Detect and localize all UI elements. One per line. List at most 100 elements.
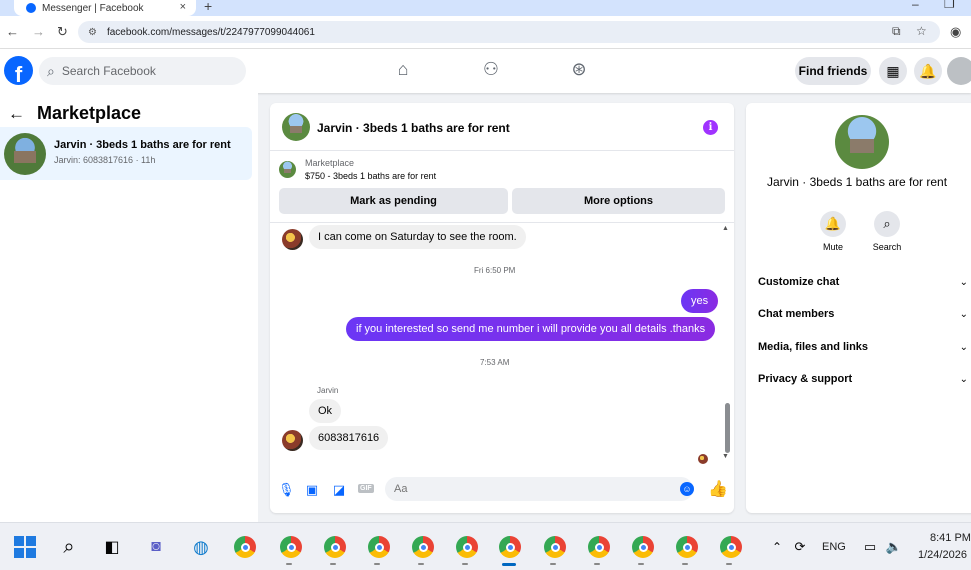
chrome-profile-icon[interactable] [411, 535, 435, 559]
marketplace-label: Marketplace [305, 158, 355, 168]
chevron-down-icon: ⌄ [959, 308, 968, 320]
minimize-icon[interactable]: – [912, 0, 919, 11]
search-conversation-button[interactable]: ⌕ Search [867, 211, 907, 252]
search-icon: ⌕ [874, 211, 900, 237]
back-arrow-icon[interactable]: ← [6, 24, 19, 39]
windows-logo-icon [14, 536, 36, 558]
close-tab-icon[interactable]: × [180, 1, 186, 13]
privacy-support-section[interactable]: Privacy & support ⌄ [758, 369, 968, 389]
chrome-profile-icon[interactable]: ◉ [950, 24, 961, 40]
facebook-logo-icon[interactable]: f [4, 56, 33, 85]
browser-tab-messenger[interactable]: Messenger | Facebook × [14, 0, 196, 16]
mute-button[interactable]: 🔔 Mute [813, 211, 853, 252]
section-label: Chat members [758, 308, 835, 320]
language-indicator[interactable]: ENG [822, 541, 846, 553]
url-text: facebook.com/messages/t/2247977099044061 [106, 26, 315, 38]
back-arrow-icon[interactable]: ← [8, 104, 25, 124]
chrome-profile-icon[interactable] [543, 535, 567, 559]
photo-icon[interactable]: ▣ [304, 482, 320, 498]
chrome-profile-icon[interactable] [455, 535, 479, 559]
menu-grid-icon[interactable]: ▦ [879, 57, 907, 85]
chrome-icon[interactable] [233, 535, 257, 559]
chat-title[interactable]: Jarvin · 3beds 1 baths are for rent [317, 121, 510, 135]
network-icon[interactable]: ▭ [858, 535, 882, 559]
scrollbar-thumb[interactable] [725, 403, 730, 453]
chrome-profile-icon-active[interactable] [498, 535, 522, 559]
chat-header: Jarvin · 3beds 1 baths are for rent i [270, 103, 734, 151]
running-indicator [286, 563, 292, 565]
chat-app-icon[interactable]: ◙ [144, 535, 168, 559]
sync-icon[interactable]: ⟳ [788, 535, 812, 559]
chat-avatar[interactable] [282, 113, 310, 141]
friends-icon[interactable]: ⚇ [479, 59, 503, 80]
new-tab-button[interactable]: + [204, 0, 212, 14]
maximize-icon[interactable]: ❐ [944, 0, 955, 11]
forward-arrow-icon[interactable]: → [32, 24, 45, 39]
message-input[interactable] [385, 477, 693, 501]
profile-avatar[interactable] [947, 57, 971, 85]
install-app-icon[interactable]: ⧉ [892, 24, 901, 39]
running-indicator [638, 563, 644, 565]
task-view-icon[interactable]: ◧ [100, 535, 124, 559]
conversation-preview: Jarvin: 6083817616 · 11h [54, 155, 156, 165]
bell-icon: 🔔 [820, 211, 846, 237]
contact-profile-photo[interactable] [835, 115, 889, 169]
running-indicator [726, 563, 732, 565]
scroll-down-icon[interactable]: ▼ [722, 453, 729, 460]
volume-icon[interactable]: 🔈 [882, 535, 906, 559]
chrome-profile-icon[interactable] [587, 535, 611, 559]
groups-icon[interactable]: ⊛ [567, 59, 591, 80]
search-placeholder: Search Facebook [61, 64, 156, 78]
site-info-icon[interactable]: ⚙ [88, 27, 97, 38]
sticker-icon[interactable]: ◪ [331, 482, 347, 498]
listing-title[interactable]: $750 - 3beds 1 baths are for rent [305, 171, 436, 181]
info-icon[interactable]: i [703, 120, 718, 135]
sidebar-header: ← Marketplace [8, 103, 141, 124]
search-icon: ⌕ [47, 62, 55, 79]
notifications-bell-icon[interactable]: 🔔 [914, 57, 942, 85]
more-options-button[interactable]: More options [512, 188, 725, 214]
marketplace-listing-box: Marketplace $750 - 3beds 1 baths are for… [270, 151, 734, 223]
customize-chat-section[interactable]: Customize chat ⌄ [758, 272, 968, 292]
chrome-profile-icon[interactable] [675, 535, 699, 559]
scroll-up-icon[interactable]: ▲ [722, 225, 729, 232]
search-icon[interactable]: ⌕ [57, 535, 81, 559]
active-indicator [502, 563, 516, 566]
chrome-profile-icon[interactable] [631, 535, 655, 559]
edge-browser-icon[interactable]: ◍ [189, 535, 213, 559]
tray-chevron-up-icon[interactable]: ⌃ [765, 535, 789, 559]
messenger-favicon-icon [26, 3, 36, 13]
gif-icon[interactable]: GIF [358, 484, 374, 493]
address-bar[interactable]: ⚙ facebook.com/messages/t/22479770990440… [78, 21, 940, 43]
clock-time[interactable]: 8:41 PM [930, 532, 971, 544]
thumbs-up-icon[interactable]: 👍 [708, 479, 728, 499]
running-indicator [374, 563, 380, 565]
find-friends-button[interactable]: Find friends [795, 57, 871, 85]
chat-members-section[interactable]: Chat members ⌄ [758, 304, 968, 324]
contact-avatar [282, 229, 303, 250]
reload-icon[interactable]: ↻ [57, 24, 68, 40]
chat-panel: Jarvin · 3beds 1 baths are for rent i Ma… [270, 103, 734, 513]
messages-scrollbar[interactable]: ▲ ▼ [722, 225, 732, 465]
home-icon[interactable]: ⌂ [391, 59, 415, 80]
chrome-profile-icon[interactable] [367, 535, 391, 559]
chrome-profile-icon[interactable] [279, 535, 303, 559]
bookmark-star-icon[interactable]: ☆ [916, 24, 927, 38]
clock-date[interactable]: 1/24/2026 [918, 549, 967, 561]
emoji-icon[interactable]: ☺ [680, 482, 694, 496]
chrome-profile-icon[interactable] [719, 535, 743, 559]
start-button[interactable] [13, 535, 37, 559]
message-timestamp: Fri 6:50 PM [474, 266, 516, 275]
search-facebook-input[interactable]: ⌕ Search Facebook [39, 57, 246, 85]
running-indicator [330, 563, 336, 565]
conversation-item[interactable]: Jarvin · 3beds 1 baths are for rent Jarv… [0, 127, 252, 180]
mark-as-pending-button[interactable]: Mark as pending [279, 188, 508, 214]
chevron-down-icon: ⌄ [959, 373, 968, 385]
incoming-message: I can come on Saturday to see the room. [309, 225, 526, 249]
section-label: Privacy & support [758, 373, 853, 385]
chrome-profile-icon[interactable] [323, 535, 347, 559]
message-timestamp: 7:53 AM [480, 358, 510, 367]
incoming-message: Ok [309, 399, 342, 423]
microphone-icon[interactable]: 🎙 [278, 482, 295, 498]
media-files-links-section[interactable]: Media, files and links ⌄ [758, 337, 968, 357]
